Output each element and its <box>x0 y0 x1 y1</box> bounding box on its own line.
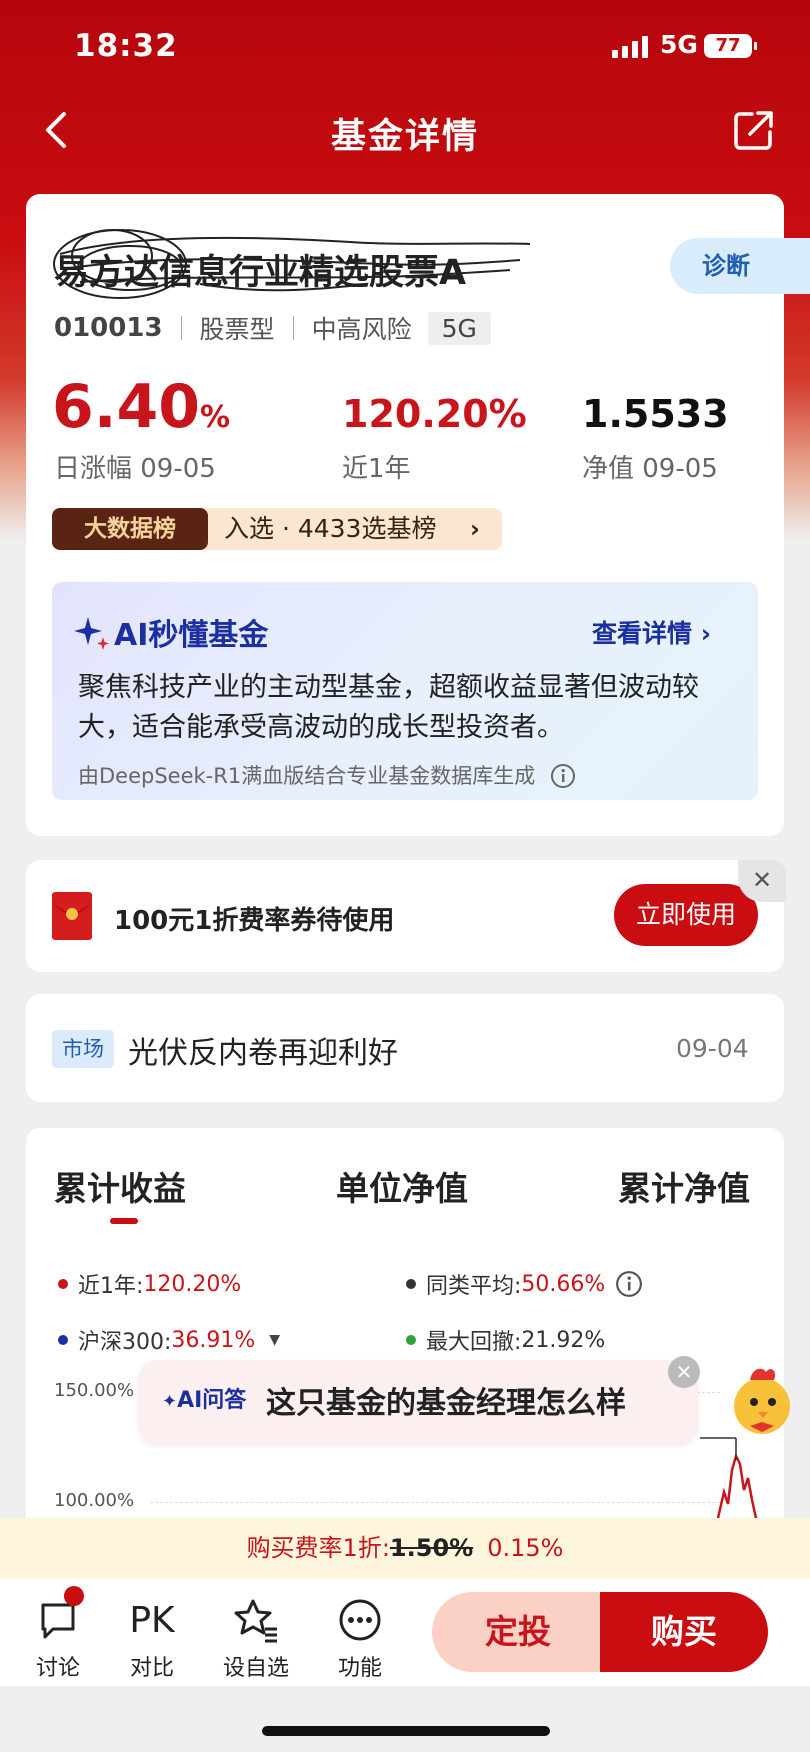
nav-more[interactable]: 功能 <box>320 1596 400 1682</box>
chick-mascot-icon[interactable] <box>722 1360 802 1440</box>
fund-risk: 中高风险 <box>311 315 412 344</box>
coupon-text: 100元1折费率券待使用 <box>114 906 395 936</box>
status-bar: 18:32 5G 77 <box>0 26 810 66</box>
info-icon[interactable] <box>615 1270 643 1298</box>
legend-dot <box>58 1279 68 1289</box>
fund-type: 股票型 <box>199 315 275 344</box>
info-icon[interactable] <box>550 763 576 789</box>
legend-label: 近1年: <box>78 1274 144 1299</box>
battery-icon: 77 <box>704 34 757 58</box>
ai-source-text: 由DeepSeek-R1满血版结合专业基金数据库生成 <box>78 764 536 788</box>
fund-theme-tag[interactable]: 5G <box>427 311 491 345</box>
signal-icon <box>612 36 650 58</box>
nav-bar: 基金详情 <box>0 100 810 160</box>
legend-label: 最大回撤: <box>426 1330 522 1355</box>
legend-category-average: 同类平均: 50.66% <box>406 1268 643 1300</box>
y-tick-100: 100.00% <box>54 1490 135 1511</box>
daily-change-label: 日涨幅 09-05 <box>54 454 216 484</box>
legend-dot <box>406 1279 416 1289</box>
nav-label: 设自选 <box>222 1656 289 1681</box>
legend-value: 50.66% <box>521 1271 606 1297</box>
gridline <box>150 1502 720 1503</box>
fund-code: 010013 <box>54 313 163 343</box>
nav-compare[interactable]: PK 对比 <box>112 1596 192 1682</box>
legend-max-drawdown: 最大回撤: 21.92% <box>406 1324 605 1356</box>
divider <box>292 316 294 340</box>
daily-change: 6.40% <box>52 372 230 442</box>
status-time: 18:32 <box>74 28 178 64</box>
rank-banner[interactable]: 大数据榜 入选 · 4433选基榜 › <box>52 508 502 550</box>
news-headline[interactable]: 光伏反内卷再迎利好 <box>128 1028 398 1072</box>
sparkle-icon <box>74 617 109 650</box>
legend-value: 36.91% <box>171 1327 256 1353</box>
buy-button[interactable]: 购买 <box>600 1592 768 1672</box>
nav-label: 对比 <box>129 1656 174 1681</box>
scribble-overlay <box>53 229 531 299</box>
divider <box>180 316 182 340</box>
ai-summary-text: 聚焦科技产业的主动型基金，超额收益显著但波动较大，适合能承受高波动的成长型投资者… <box>78 672 699 743</box>
daily-change-value: 6.40 <box>52 372 201 442</box>
daily-change-unit: % <box>200 400 231 435</box>
close-icon[interactable]: ✕ <box>738 860 786 902</box>
chevron-right-icon: › <box>470 515 480 543</box>
ai-title: AI秒懂基金 <box>74 610 268 654</box>
one-year-label: 近1年 <box>342 454 411 484</box>
legend-csi300[interactable]: 沪深300: 36.91% ▼ <box>58 1324 280 1356</box>
red-envelope-icon <box>52 892 92 940</box>
nav-discuss[interactable]: 讨论 <box>18 1596 98 1682</box>
nav-value: 1.5533 <box>582 392 729 436</box>
ai-question-bubble[interactable]: ✦AI问答 这只基金的基金经理怎么样 <box>138 1360 698 1444</box>
auto-invest-button[interactable]: 定投 <box>432 1592 604 1672</box>
ai-source: 由DeepSeek-R1满血版结合专业基金数据库生成 <box>78 760 576 790</box>
page-title: 基金详情 <box>330 117 479 157</box>
share-icon[interactable] <box>732 108 776 152</box>
ai-title-text: AI秒懂基金 <box>114 618 269 653</box>
tab-cumulative-return[interactable]: 累计收益 <box>54 1162 186 1210</box>
fee-old-rate: 1.50% <box>389 1534 474 1562</box>
active-tab-indicator <box>110 1218 138 1224</box>
news-date: 09-04 <box>676 1034 749 1063</box>
tab-cumulative-nav[interactable]: 累计净值 <box>618 1162 750 1210</box>
return-line <box>700 1437 758 1519</box>
fee-new-rate: 0.15% <box>487 1534 564 1562</box>
legend-one-year: 近1年: 120.20% <box>58 1268 241 1300</box>
star-list-icon <box>234 1599 277 1643</box>
use-coupon-button[interactable]: 立即使用 <box>614 884 758 946</box>
ai-question: 这只基金的基金经理怎么样 <box>266 1386 626 1421</box>
sparkle-icon: ✦ <box>162 1391 178 1412</box>
y-tick-150: 150.00% <box>54 1380 135 1401</box>
news-tag: 市场 <box>52 1030 114 1068</box>
nav-watchlist[interactable]: 设自选 <box>216 1596 296 1682</box>
ai-more-link[interactable]: 查看详情 › <box>592 614 711 650</box>
fee-prefix: 购买费率1折: <box>246 1534 390 1562</box>
ai-qa-text: AI问答 <box>177 1388 247 1413</box>
legend-dot <box>58 1335 68 1345</box>
legend-dot <box>406 1335 416 1345</box>
legend-label: 同类平均: <box>426 1274 522 1299</box>
tab-unit-nav[interactable]: 单位净值 <box>336 1162 468 1210</box>
more-icon <box>339 1599 381 1641</box>
one-year-return: 120.20% <box>342 392 527 436</box>
fee-discount-bar: 购买费率1折:1.50% 0.15% <box>0 1518 810 1578</box>
legend-value: 21.92% <box>521 1327 606 1353</box>
nav-label: 功能 <box>337 1656 382 1681</box>
home-indicator <box>262 1726 550 1736</box>
legend-label: 沪深300: <box>78 1330 172 1355</box>
pk-icon: PK <box>129 1599 175 1641</box>
fund-meta-row: 010013 股票型 中高风险 5G <box>54 310 491 346</box>
rank-text: 入选 · 4433选基榜 <box>224 514 437 543</box>
legend-value: 120.20% <box>143 1271 242 1297</box>
diagnose-button[interactable]: 诊断 <box>670 238 810 294</box>
caret-down-icon[interactable]: ▼ <box>269 1332 280 1348</box>
ai-qa-label: ✦AI问答 <box>162 1382 246 1414</box>
notification-dot <box>64 1586 84 1606</box>
close-icon[interactable]: ✕ <box>668 1356 700 1388</box>
network-label: 5G <box>660 30 698 59</box>
nav-label: 净值 09-05 <box>582 454 718 484</box>
rank-badge: 大数据榜 <box>52 508 208 550</box>
nav-label: 讨论 <box>35 1656 80 1681</box>
